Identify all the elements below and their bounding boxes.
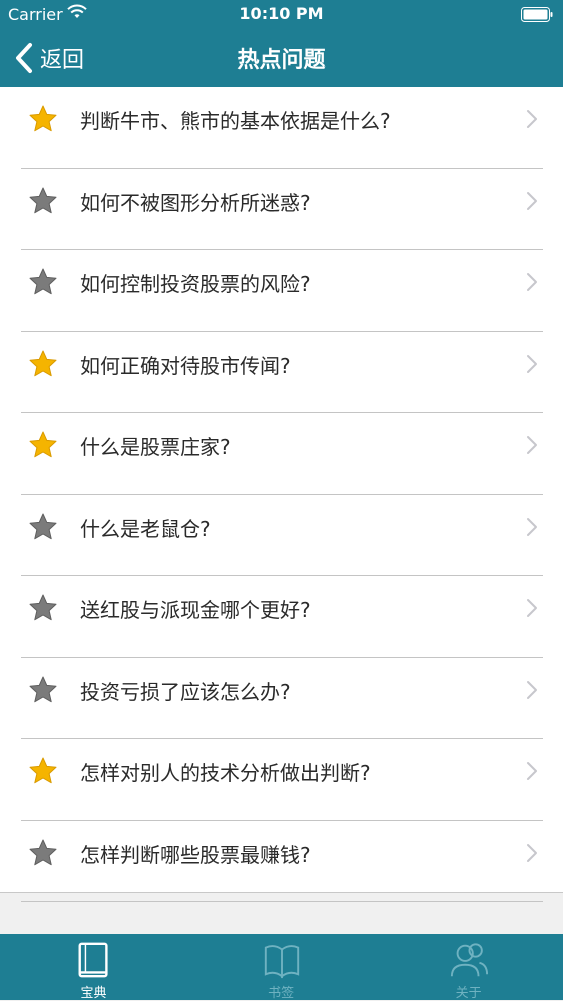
star-icon — [29, 268, 57, 295]
chevron-right-icon — [527, 517, 537, 536]
tab-bar: 宝典 书签 关于 — [0, 934, 563, 1001]
people-icon — [451, 943, 489, 977]
question-list: 判断牛市、熊市的基本依据是什么? 如何不被图形分析所迷惑? 如何控制投资股票的风险?… — [0, 87, 563, 902]
question-label: 如何正确对待股市传闻? — [80, 353, 291, 378]
status-bar: Carrier 10:10 PM — [0, 0, 563, 30]
book-closed-icon — [78, 942, 108, 978]
question-label: 如何不被图形分析所迷惑? — [80, 190, 311, 215]
chevron-right-icon — [527, 680, 537, 699]
list-item[interactable]: 怎样判断哪些股票最赚钱? — [0, 821, 563, 902]
list-item[interactable]: 什么是股票庄家? — [0, 413, 563, 495]
question-label: 投资亏损了应该怎么办? — [80, 679, 291, 704]
star-filled-icon — [29, 757, 57, 784]
list-item[interactable]: 投资亏损了应该怎么办? — [0, 658, 563, 739]
star-icon — [29, 676, 57, 702]
list-item[interactable]: 送红股与派现金哪个更好? — [0, 576, 563, 658]
nav-bar: 返回 热点问题 — [0, 30, 563, 87]
star-icon — [29, 594, 57, 621]
list-item[interactable]: 什么是老鼠仓? — [0, 495, 563, 576]
star-filled-icon — [29, 350, 57, 376]
clock: 10:10 PM — [239, 4, 324, 23]
star-icon — [29, 513, 57, 539]
list-item[interactable]: 怎样对别人的技术分析做出判断? — [0, 739, 563, 821]
question-label: 判断牛市、熊市的基本依据是什么? — [80, 109, 391, 133]
tab-dictionary[interactable]: 宝典 — [0, 934, 187, 1001]
tab-label: 关于 — [455, 986, 482, 1001]
tab-about[interactable]: 关于 — [375, 934, 562, 1001]
chevron-right-icon — [527, 354, 537, 373]
question-label: 怎样判断哪些股票最赚钱? — [80, 842, 311, 867]
list-item[interactable]: 判断牛市、熊市的基本依据是什么? — [0, 87, 563, 169]
page-title: 热点问题 — [237, 48, 326, 73]
tab-label: 书签 — [268, 986, 295, 1001]
question-label: 什么是股票庄家? — [80, 435, 231, 459]
chevron-right-icon — [527, 599, 537, 617]
header: Carrier 10:10 PM 返回 热点问题 — [0, 0, 563, 87]
question-label: 送红股与派现金哪个更好? — [80, 598, 311, 622]
chevron-right-icon — [527, 273, 537, 291]
chevron-right-icon — [527, 436, 537, 454]
battery-icon — [521, 7, 553, 22]
list-item[interactable]: 如何控制投资股票的风险? — [0, 250, 563, 332]
star-filled-icon — [29, 105, 57, 132]
question-label: 什么是老鼠仓? — [80, 516, 211, 541]
tab-label: 宝典 — [80, 986, 107, 1001]
divider — [21, 901, 543, 902]
book-open-icon — [264, 945, 299, 979]
chevron-right-icon — [527, 843, 537, 862]
question-label: 如何控制投资股票的风险? — [80, 272, 311, 296]
chevron-right-icon — [527, 191, 537, 210]
chevron-right-icon — [527, 762, 537, 780]
star-icon — [29, 187, 57, 213]
tab-bookmarks[interactable]: 书签 — [188, 934, 375, 1001]
star-filled-icon — [29, 431, 57, 458]
list-item[interactable]: 如何正确对待股市传闻? — [0, 332, 563, 413]
question-label: 怎样对别人的技术分析做出判断? — [80, 761, 371, 785]
chevron-right-icon — [527, 110, 537, 128]
star-icon — [29, 839, 57, 865]
list-item[interactable]: 如何不被图形分析所迷惑? — [0, 169, 563, 250]
